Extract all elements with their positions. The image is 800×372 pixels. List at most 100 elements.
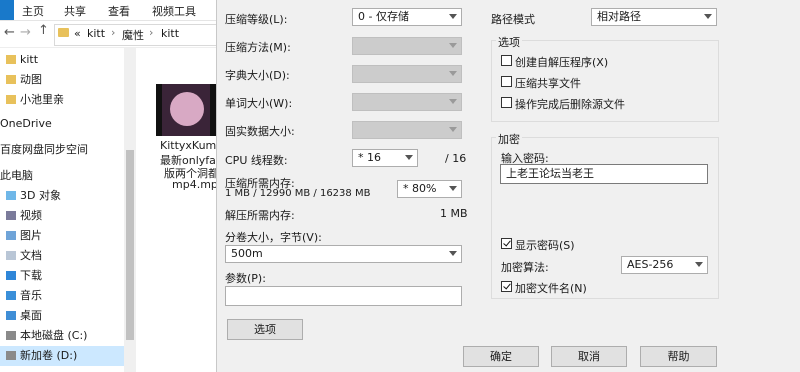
ribbon-bar: 主页 共享 查看 视频工具 [0,0,216,21]
chevron-down-icon [449,14,457,19]
nav-item-onedrive[interactable]: OneDrive [0,114,124,134]
compression-level-label: 压缩等级(L): [225,13,288,26]
cpu-threads-select[interactable]: * 16 [352,149,418,167]
path-mode-label: 路径模式 [491,13,535,26]
thumbnail-shape [170,92,204,126]
nav-item-documents[interactable]: 文档 [0,246,124,266]
nav-item-this-pc[interactable]: 此电脑 [0,166,124,186]
nav-item-3d-objects[interactable]: 3D 对象 [0,186,124,206]
nav-item-desktop[interactable]: 桌面 [0,306,124,326]
path-mode-select[interactable]: 相对路径 [591,8,717,26]
chevron-down-icon [449,251,457,256]
chevron-down-icon [704,14,712,19]
folder-icon [6,55,16,64]
chevron-down-icon [449,127,457,132]
nav-item-music[interactable]: 音乐 [0,286,124,306]
music-icon [6,291,16,300]
cancel-button[interactable]: 取消 [551,346,627,367]
breadcrumb-item[interactable]: kitt [161,27,179,40]
compression-level-select[interactable]: 0 - 仅存储 [352,8,462,26]
password-input[interactable]: 上老王论坛当老王 [500,164,708,184]
nav-item-pictures[interactable]: 图片 [0,226,124,246]
encryption-method-label: 加密算法: [501,261,549,274]
desktop-icon [6,311,16,320]
options-button[interactable]: 选项 [227,319,303,340]
drive-icon [6,331,16,340]
compression-method-select [352,37,462,55]
chevron-down-icon [405,155,413,160]
document-icon [6,251,16,260]
address-bar[interactable]: « kitt › 魔性 › kitt [54,24,218,46]
show-password-label[interactable]: 显示密码(S) [515,237,575,253]
drive-icon [6,351,16,360]
encrypt-names-checkbox[interactable] [501,281,512,292]
forward-icon[interactable]: → [20,25,31,40]
video-icon [6,211,16,220]
up-icon[interactable]: ↑ [38,23,49,38]
chevron-down-icon [449,43,457,48]
show-password-checkbox[interactable] [501,238,512,249]
chevron-right-icon: › [111,26,116,39]
folder-icon [58,28,69,37]
cpu-threads-max: / 16 [445,152,467,165]
solid-block-size-label: 固实数据大小: [225,125,295,138]
cube-icon [6,191,16,200]
chevron-down-icon [449,71,457,76]
breadcrumb-item[interactable]: 魔性 [122,27,144,43]
dictionary-size-label: 字典大小(D): [225,69,290,82]
ribbon-tab-video-tools[interactable]: 视频工具 [152,3,196,19]
chevron-down-icon [695,262,703,267]
nav-item-drive-c[interactable]: 本地磁盘 (C:) [0,326,124,346]
folder-icon [6,95,16,104]
decompress-memory-value: 1 MB [440,207,468,220]
nav-item-kitt[interactable]: kitt [0,50,124,70]
chevron-down-icon [449,99,457,104]
sfx-checkbox[interactable] [501,55,512,66]
back-icon[interactable]: ← [4,25,15,40]
options-group-title: 选项 [496,34,522,50]
nav-item-downloads[interactable]: 下载 [0,266,124,286]
ok-button[interactable]: 确定 [463,346,539,367]
video-thumbnail[interactable] [156,84,216,136]
delete-after-label[interactable]: 操作完成后删除源文件 [515,96,625,112]
delete-after-checkbox[interactable] [501,97,512,108]
decompress-memory-label: 解压所需内存: [225,209,295,222]
nav-item-gif[interactable]: 动图 [0,70,124,90]
breadcrumb-item[interactable]: kitt [87,27,105,40]
shared-files-label[interactable]: 压缩共享文件 [515,75,581,91]
split-volume-select[interactable]: 500m [225,245,462,263]
ribbon-tab-view[interactable]: 查看 [108,3,130,19]
compress-memory-detail: 1 MB / 12990 MB / 16238 MB [225,188,371,199]
nav-item-drive-d[interactable]: 新加卷 (D:) [0,346,124,366]
shared-files-checkbox[interactable] [501,76,512,87]
ribbon-tab-home[interactable]: 主页 [22,3,44,19]
ribbon-tab-share[interactable]: 共享 [64,3,86,19]
parameters-input[interactable] [225,286,462,306]
film-strip-left [156,84,162,136]
nav-item-videos[interactable]: 视频 [0,206,124,226]
split-volume-label: 分卷大小，字节(V): [225,231,322,244]
add-to-archive-dialog: 压缩等级(L): 0 - 仅存储 压缩方法(M): 字典大小(D): 单词大小(… [216,0,800,372]
sfx-label[interactable]: 创建自解压程序(X) [515,54,608,70]
nav-item-folder[interactable]: 小池里亲 [0,90,124,110]
solid-block-size-select [352,121,462,139]
compression-method-label: 压缩方法(M): [225,41,291,54]
picture-icon [6,231,16,240]
nav-item-baidu-sync[interactable]: 百度网盘同步空间 [0,140,124,160]
navigation-pane: kitt 动图 小池里亲 OneDrive 百度网盘同步空间 此电脑 3D 对象… [0,48,126,372]
encryption-method-select[interactable]: AES-256 [621,256,708,274]
download-icon [6,271,16,280]
encryption-group-title: 加密 [496,131,522,147]
cpu-threads-label: CPU 线程数: [225,154,288,167]
memory-usage-select[interactable]: * 80% [397,180,462,198]
breadcrumb-overflow[interactable]: « [74,27,81,40]
chevron-down-icon [449,186,457,191]
encrypt-names-label[interactable]: 加密文件名(N) [515,280,587,296]
word-size-select [352,93,462,111]
chevron-right-icon: › [149,26,154,39]
file-tab[interactable] [0,0,14,20]
nav-scrollbar-thumb[interactable] [126,150,134,340]
dictionary-size-select [352,65,462,83]
parameters-label: 参数(P): [225,272,266,285]
help-button[interactable]: 帮助 [640,346,717,367]
